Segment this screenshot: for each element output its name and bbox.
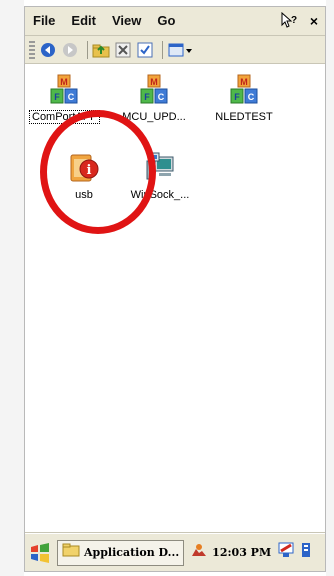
svg-text:M: M: [240, 77, 248, 87]
delete-icon[interactable]: [114, 41, 132, 59]
toolbar-separator: [87, 40, 88, 59]
task-button-application-data[interactable]: Application D...: [57, 539, 185, 566]
file-view: M F C ComPortAPP M F C MCU_UPD... M F C …: [25, 65, 325, 535]
menu-view[interactable]: View: [104, 7, 149, 35]
menu-edit[interactable]: Edit: [63, 7, 104, 35]
desktop-item-label: NLEDTEST: [215, 111, 273, 123]
desktop-item-nledtest[interactable]: M F C NLEDTEST: [209, 73, 279, 125]
folder-icon: [62, 543, 80, 562]
tray-input-icon[interactable]: [301, 541, 311, 564]
toolbar-grip[interactable]: [29, 40, 35, 59]
task-button-label: Application D...: [84, 546, 180, 559]
svg-text:?: ?: [291, 15, 297, 26]
forward-icon[interactable]: [61, 41, 79, 59]
close-button[interactable]: ×: [303, 13, 325, 29]
menu-file[interactable]: File: [25, 7, 63, 35]
windows-flag-icon[interactable]: [29, 542, 51, 564]
svg-text:F: F: [54, 92, 60, 102]
svg-text:M: M: [60, 77, 68, 87]
tray-network-icon[interactable]: [277, 541, 297, 564]
mfc-app-icon: M F C: [227, 73, 261, 107]
svg-text:F: F: [234, 92, 240, 102]
desktop-item-mcu-upd[interactable]: M F C MCU_UPD...: [119, 73, 189, 125]
svg-text:C: C: [158, 92, 165, 102]
taskbar: Application D... 12:03 PM: [25, 533, 325, 571]
back-icon[interactable]: [39, 41, 57, 59]
toolbar-separator: [162, 40, 163, 59]
toolbar: [25, 36, 325, 64]
svg-text:M: M: [150, 77, 158, 87]
highlight-circle: [40, 110, 156, 234]
menu-bar: File Edit View Go ? ×: [25, 7, 325, 36]
system-tray: 12:03 PM: [190, 541, 311, 564]
menu-go[interactable]: Go: [149, 7, 183, 35]
mfc-app-icon: M F C: [47, 73, 81, 107]
device-screen: File Edit View Go ? × M F C ComPortAPP M…: [24, 6, 326, 572]
svg-text:C: C: [248, 92, 255, 102]
svg-text:F: F: [144, 92, 150, 102]
mfc-app-icon: M F C: [137, 73, 171, 107]
help-cursor-icon[interactable]: ?: [275, 11, 303, 31]
up-folder-icon[interactable]: [92, 41, 110, 59]
clock[interactable]: 12:03 PM: [212, 546, 271, 559]
properties-icon[interactable]: [136, 41, 154, 59]
tray-app-icon[interactable]: [190, 542, 208, 563]
view-menu-icon[interactable]: [167, 41, 195, 59]
svg-text:C: C: [68, 92, 75, 102]
